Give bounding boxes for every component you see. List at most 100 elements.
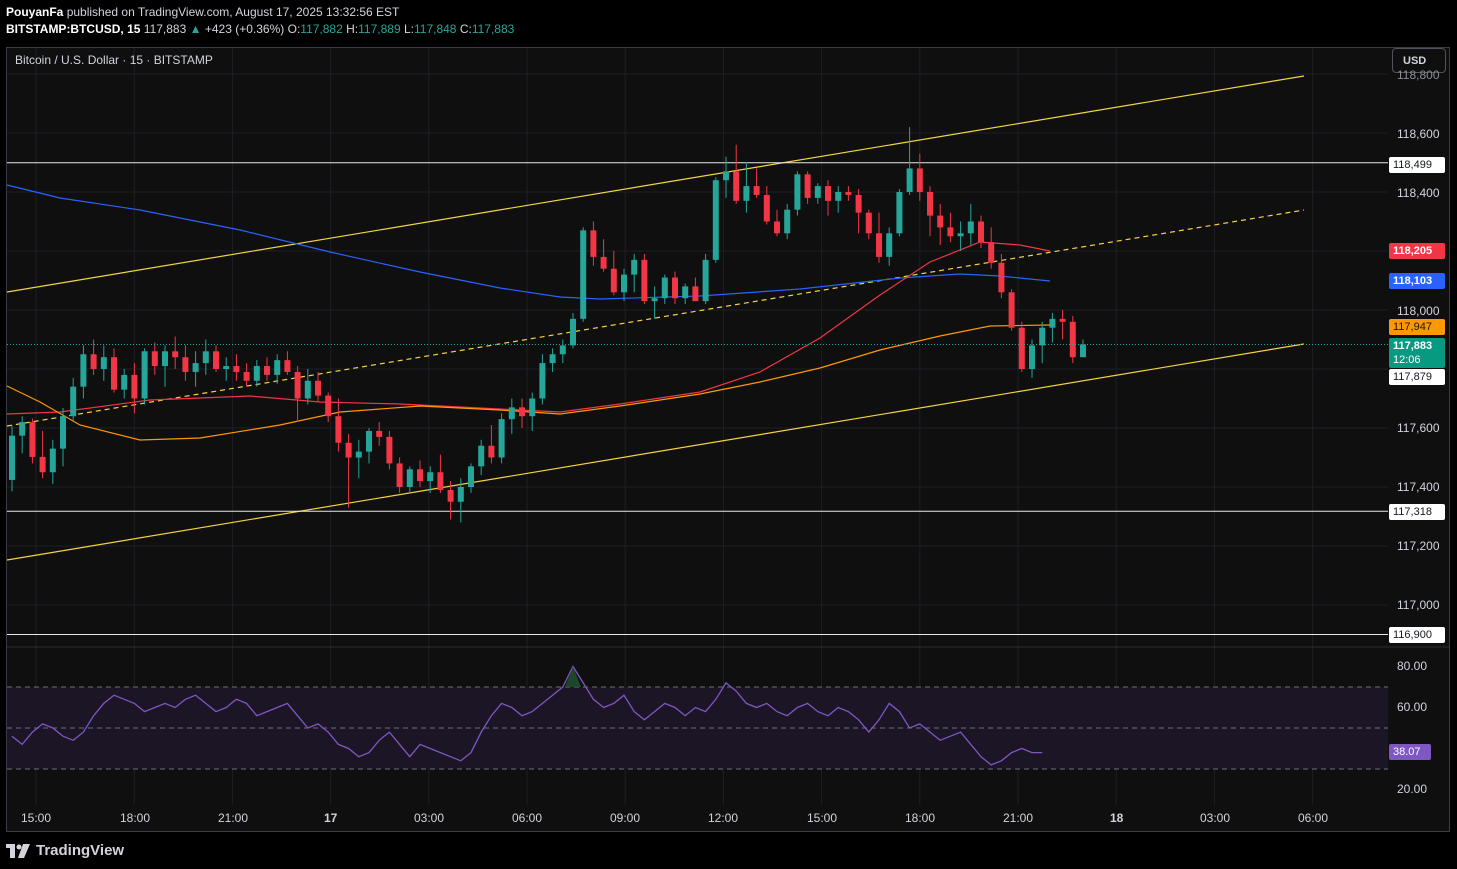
candle-body: [100, 357, 107, 369]
candle-body: [498, 419, 505, 458]
time-label: 21:00: [1003, 811, 1034, 825]
level-tag-116900: 116,900: [1389, 627, 1445, 643]
candle-body: [957, 233, 964, 237]
candle-body: [947, 227, 954, 237]
candle-body: [559, 345, 566, 355]
candle-body: [794, 174, 801, 210]
price-chart[interactable]: [0, 0, 1457, 869]
rsi-value-tag: 38.07: [1389, 744, 1431, 760]
candle-body: [151, 351, 158, 367]
candle-body: [131, 374, 138, 399]
candle-body: [386, 436, 393, 464]
time-label: 09:00: [610, 811, 641, 825]
channel-upper-line: [6, 75, 1305, 293]
candle-body: [590, 230, 597, 257]
level-tag-117318: 117,318: [1389, 504, 1445, 520]
candle-body: [967, 221, 974, 234]
candle-body: [508, 407, 515, 420]
candle-body: [29, 422, 36, 457]
candle-body: [162, 351, 168, 367]
candle-body: [325, 395, 332, 417]
candle-body: [447, 489, 454, 502]
ema-orange-line: [6, 324, 1051, 441]
channel-lower-line: [6, 343, 1305, 561]
candle-body: [845, 192, 852, 195]
candle-body: [141, 351, 148, 399]
candle-body: [631, 259, 638, 275]
price-label: 118,600: [1397, 127, 1440, 141]
candle-body: [366, 430, 372, 452]
candle-body: [1069, 321, 1076, 358]
candle-body: [1029, 345, 1035, 369]
candle-body: [253, 366, 260, 381]
candle-body: [223, 366, 230, 369]
candle-body: [304, 380, 311, 399]
candle-body: [937, 215, 944, 228]
rsi-label: 60.00: [1397, 700, 1428, 714]
candle-body: [406, 469, 413, 487]
candle-body: [886, 233, 893, 257]
candle-body: [427, 472, 434, 482]
candle-body: [80, 354, 87, 387]
tradingview-logo-icon: [6, 843, 30, 858]
candle-body: [1059, 318, 1066, 322]
candle-body: [417, 469, 423, 482]
candle-body: [60, 416, 66, 449]
candle-body: [610, 268, 617, 293]
candle-body: [294, 371, 301, 399]
candle-body: [172, 351, 179, 358]
price-label: 117,000: [1397, 598, 1440, 612]
candle-body: [457, 487, 464, 502]
last-price-tag: 117,883 12:06: [1389, 338, 1445, 368]
candle-body: [315, 380, 321, 396]
time-label: 06:00: [512, 811, 543, 825]
candle-body: [896, 192, 903, 234]
candle-body: [855, 194, 862, 213]
candle-body: [927, 192, 933, 216]
candle-body: [49, 448, 56, 473]
candle-body: [539, 363, 546, 399]
time-label: 18: [1110, 811, 1124, 825]
candle-body: [355, 451, 362, 458]
candle-body: [876, 233, 882, 257]
tradingview-logo[interactable]: TradingView: [6, 842, 124, 859]
candle-body: [233, 366, 240, 372]
candle-body: [1018, 327, 1025, 369]
candle-body: [1008, 292, 1015, 328]
candle-body: [641, 259, 648, 302]
candle-body: [733, 171, 740, 201]
candle-body: [712, 180, 719, 260]
candle-body: [19, 422, 26, 436]
time-label: 18:00: [905, 811, 936, 825]
candle-body: [90, 354, 97, 369]
price-label: 117,400: [1397, 480, 1440, 494]
candle-body: [998, 262, 1005, 293]
candle-body: [1049, 318, 1056, 328]
candle-body: [111, 357, 117, 390]
candle-body: [978, 221, 984, 243]
bar-countdown: 12:06: [1393, 354, 1421, 366]
candle-body: [335, 416, 342, 443]
candle-body: [825, 186, 831, 201]
candle-body: [478, 445, 485, 467]
ema-orange-tag: 117,947: [1389, 319, 1445, 335]
candle-body: [264, 366, 270, 375]
candle-body: [743, 186, 750, 201]
level-tag-118499: 118,499: [1389, 157, 1445, 173]
candle-body: [814, 186, 821, 198]
price-label: 118,800: [1397, 68, 1440, 82]
candle-body: [865, 212, 872, 234]
ema-red-tag: 118,205: [1389, 243, 1445, 259]
price-label: 118,000: [1397, 304, 1440, 318]
time-label: 17: [324, 811, 338, 825]
candle-body: [192, 363, 199, 372]
candle-body: [376, 430, 383, 437]
candle-body: [1080, 344, 1086, 358]
legend-title[interactable]: Bitcoin / U.S. Dollar · 15 · BITSTAMP: [15, 53, 213, 67]
candle-body: [784, 209, 791, 234]
candle-body: [682, 286, 689, 299]
time-label: 12:00: [708, 811, 739, 825]
candle-body: [182, 357, 189, 372]
candle-body: [835, 192, 842, 201]
time-label: 21:00: [218, 811, 249, 825]
